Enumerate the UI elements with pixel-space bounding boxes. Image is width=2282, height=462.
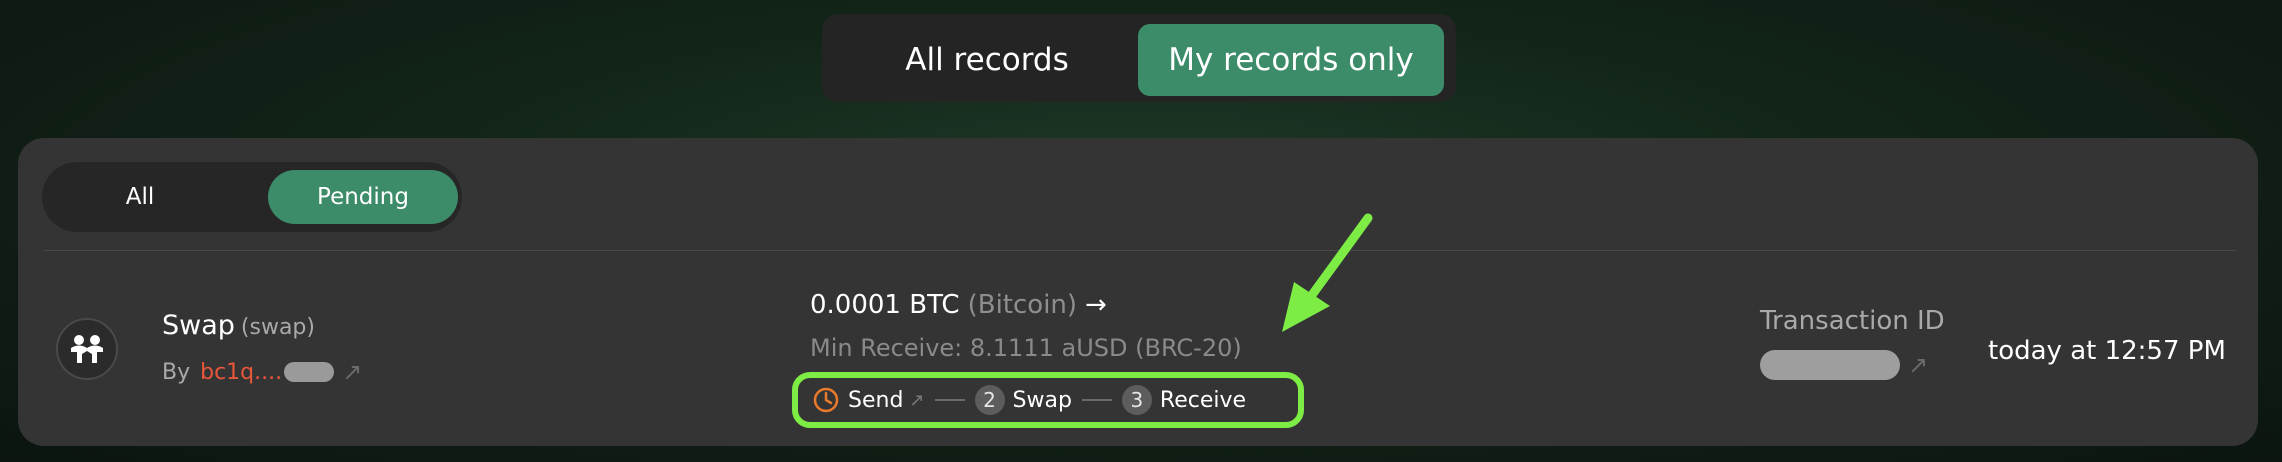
operation-name: Swap	[162, 310, 235, 341]
step-send: Send ↗	[812, 386, 925, 414]
my-records-only-button[interactable]: My records only	[1138, 24, 1444, 96]
annotation-arrow	[1282, 213, 1373, 332]
all-records-button[interactable]: All records	[832, 24, 1142, 96]
records-panel: All Pending Swap (swap) By bc1q.... ↗ 0.0…	[18, 138, 2258, 446]
step-receive: 3 Receive	[1121, 385, 1247, 415]
clock-icon	[813, 387, 839, 413]
step-swap-number: 2	[974, 385, 1005, 415]
step-receive-number: 3	[1121, 385, 1152, 415]
transaction-id-value: ↗	[1760, 350, 1928, 380]
filter-pending-button[interactable]: Pending	[268, 170, 458, 224]
arrow-right-icon: →	[1085, 290, 1107, 320]
operation-title: Swap (swap)	[162, 310, 315, 341]
transaction-id-label: Transaction ID	[1760, 306, 1945, 336]
amount-line: 0.0001 BTC (Bitcoin) →	[810, 290, 1107, 320]
step-receive-label: Receive	[1159, 387, 1247, 413]
redacted-transaction-id	[1760, 350, 1900, 380]
operation-subtitle: (swap)	[240, 315, 315, 340]
external-link-icon[interactable]: ↗	[342, 358, 362, 386]
step-swap: 2 Swap	[974, 385, 1072, 415]
status-filter: All Pending	[42, 162, 462, 232]
divider	[44, 250, 2236, 251]
redacted-address	[284, 362, 335, 382]
operation-author: By bc1q.... ↗	[162, 358, 362, 386]
timestamp: today at 12:57 PM	[1988, 336, 2226, 366]
progress-steps: Send ↗ 2 Swap 3 Receive	[812, 382, 1246, 418]
send-amount: 0.0001 BTC	[810, 290, 960, 320]
users-icon	[56, 318, 118, 380]
by-label: By	[162, 359, 191, 385]
step-swap-label: Swap	[1012, 387, 1072, 413]
step-connector	[1081, 399, 1112, 401]
send-external-link-icon[interactable]: ↗	[909, 390, 924, 411]
step-send-label: Send	[848, 387, 904, 413]
min-receive: Min Receive: 8.1111 aUSD (BRC-20)	[810, 334, 1242, 362]
author-address-link[interactable]: bc1q....	[200, 360, 282, 385]
filter-all-button[interactable]: All	[52, 170, 228, 224]
send-network: (Bitcoin)	[967, 290, 1078, 320]
tx-external-link-icon[interactable]: ↗	[1908, 351, 1928, 379]
step-connector	[934, 399, 965, 401]
records-scope-toggle: All records My records only	[822, 14, 1456, 102]
